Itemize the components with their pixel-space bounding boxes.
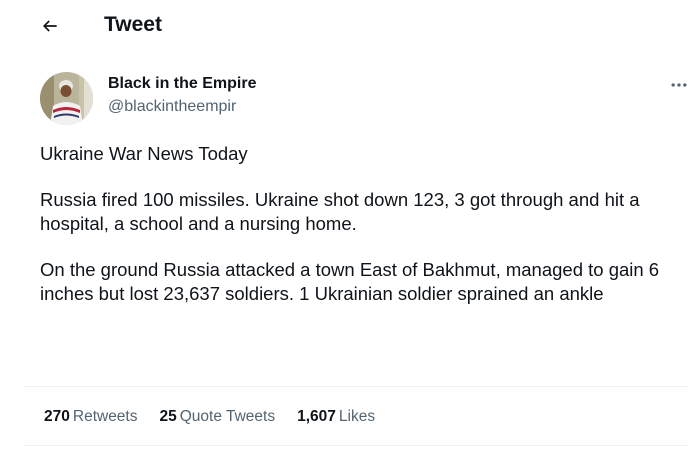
tweet-paragraph: On the ground Russia attacked a town Eas… xyxy=(40,259,660,304)
quote-tweets-stat[interactable]: 25 Quote Tweets xyxy=(160,406,276,428)
top-bar: Tweet xyxy=(0,0,700,52)
tweet-stats: 270 Retweets 25 Quote Tweets 1,607 Likes xyxy=(44,405,397,429)
quote-tweets-label: Quote Tweets xyxy=(179,408,276,425)
tweet-paragraph: Ukraine War News Today xyxy=(40,143,248,164)
likes-stat[interactable]: 1,607 Likes xyxy=(297,406,375,428)
more-options-button[interactable] xyxy=(664,70,694,100)
author-handle: @blackintheempir xyxy=(108,98,237,115)
retweets-label: Retweets xyxy=(72,408,138,425)
divider xyxy=(24,445,688,446)
quote-tweets-count: 25 xyxy=(159,408,177,425)
divider xyxy=(24,386,688,387)
likes-count: 1,607 xyxy=(297,408,336,425)
page-title: Tweet xyxy=(104,13,162,36)
retweets-count: 270 xyxy=(44,408,70,425)
back-button[interactable] xyxy=(32,8,68,44)
profile-photo-icon xyxy=(40,72,93,125)
avatar[interactable] xyxy=(40,72,93,125)
author-name[interactable]: Black in the Empire xyxy=(108,74,257,94)
arrow-left-icon xyxy=(42,20,57,32)
tweet-paragraph: Russia fired 100 missiles. Ukraine shot … xyxy=(40,189,640,234)
more-dots-icon xyxy=(671,83,687,87)
tweet-text: Ukraine War News Today Russia fired 100 … xyxy=(40,142,688,328)
retweets-stat[interactable]: 270 Retweets xyxy=(44,406,138,428)
likes-label: Likes xyxy=(338,408,376,425)
